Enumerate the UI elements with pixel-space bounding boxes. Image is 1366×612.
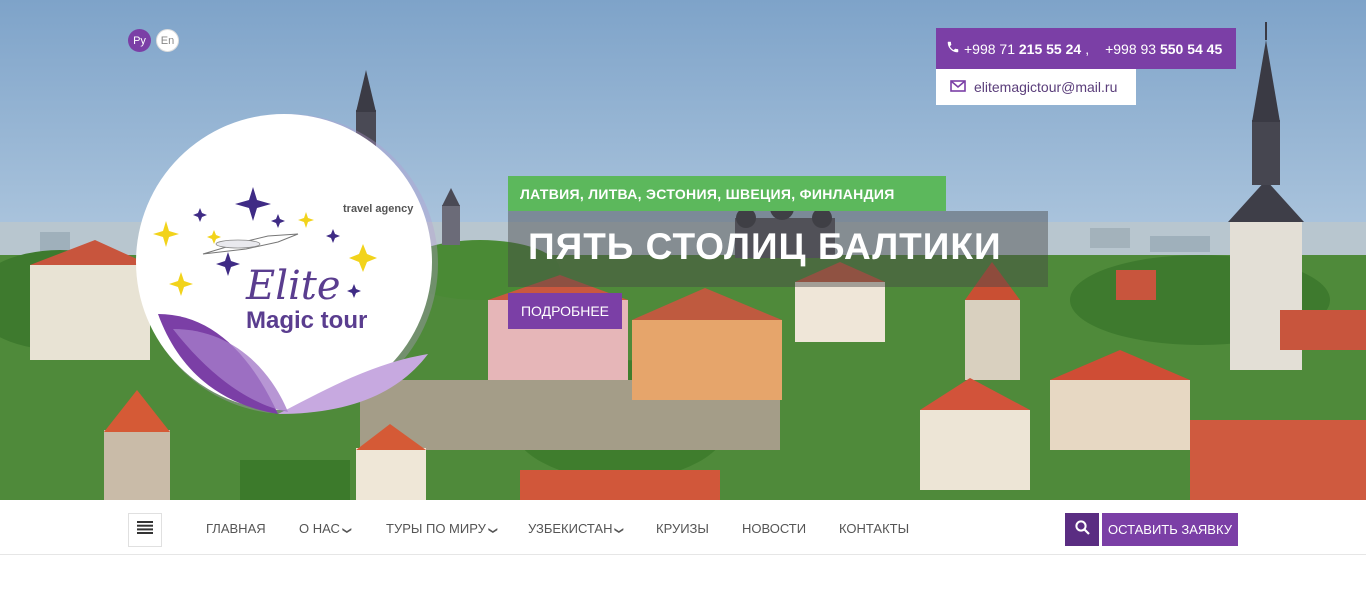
nav-item-about[interactable]: О НАС ❯ — [299, 521, 353, 536]
menu-toggle-button[interactable] — [128, 513, 162, 547]
lang-ru-button[interactable]: Ру — [128, 29, 151, 52]
email-box[interactable]: elitemagictour@mail.ru — [936, 69, 1136, 105]
nav-item-contacts[interactable]: КОНТАКТЫ — [839, 521, 909, 536]
phone-box: +998 71 215 55 24 , +998 93 550 54 45 — [936, 28, 1236, 69]
search-icon — [1074, 519, 1090, 540]
logo-tagline: travel agency — [343, 203, 414, 215]
hamburger-icon — [137, 521, 153, 539]
phone-icon — [946, 40, 960, 57]
slide-countries-tag: ЛАТВИЯ, ЛИТВА, ЭСТОНИЯ, ШВЕЦИЯ, ФИНЛАНДИ… — [508, 176, 946, 211]
phone-2[interactable]: +998 93 550 54 45 — [1105, 41, 1222, 57]
chevron-down-icon: ❯ — [488, 526, 499, 535]
logo-script: Elite — [245, 263, 341, 309]
search-button[interactable] — [1065, 513, 1099, 546]
leave-request-button[interactable]: ОСТАВИТЬ ЗАЯВКУ — [1102, 513, 1238, 546]
nav-item-world-tours[interactable]: ТУРЫ ПО МИРУ ❯ — [386, 521, 499, 536]
more-details-button[interactable]: ПОДРОБНЕЕ — [508, 293, 622, 329]
phone-1[interactable]: +998 71 215 55 24 — [964, 41, 1081, 57]
email-link[interactable]: elitemagictour@mail.ru — [974, 79, 1117, 95]
nav-item-home[interactable]: ГЛАВНАЯ — [206, 521, 266, 536]
chevron-down-icon: ❯ — [342, 526, 353, 535]
nav-item-news[interactable]: НОВОСТИ — [742, 521, 806, 536]
hero-slider: Ру En +998 71 215 55 24 , +998 93 550 54… — [0, 0, 1366, 500]
main-navbar: ГЛАВНАЯ О НАС ❯ ТУРЫ ПО МИРУ ❯ УЗБЕКИСТАН ❯… — [0, 500, 1366, 555]
site-logo[interactable]: travel agency Elite Magic tour — [128, 104, 448, 422]
chevron-down-icon: ❯ — [614, 526, 625, 535]
nav-item-cruises[interactable]: КРУИЗЫ — [656, 521, 709, 536]
envelope-icon — [950, 79, 966, 95]
phone-separator: , — [1085, 40, 1090, 57]
lang-en-button[interactable]: En — [156, 29, 179, 52]
logo-brand-name: Magic tour — [246, 307, 367, 334]
slide-headline: ПЯТЬ СТОЛИЦ БАЛТИКИ — [528, 226, 1002, 267]
nav-item-uzbekistan[interactable]: УЗБЕКИСТАН ❯ — [528, 521, 625, 536]
